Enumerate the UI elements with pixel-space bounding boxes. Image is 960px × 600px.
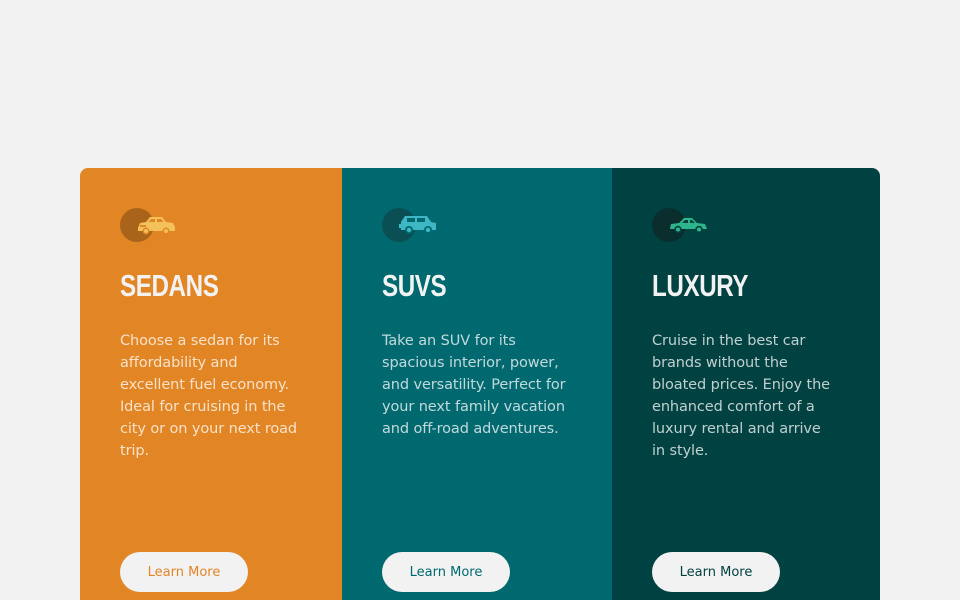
learn-more-luxury-button[interactable]: Learn More [652,552,780,592]
suv-car-icon [399,216,436,234]
suv-icon-group [382,208,446,242]
card-description-suvs: Take an SUV for its spacious interior, p… [382,333,566,437]
car-category-cards: Sedans Choose a sedan for its affordabil… [80,168,880,600]
card-title-sedans: Sedans [120,268,219,303]
card-description-luxury: Cruise in the best car brands without th… [652,333,831,459]
learn-more-suvs-button[interactable]: Learn More [382,552,510,592]
learn-more-sedans-button[interactable]: Learn More [120,552,248,592]
card-description-sedans: Choose a sedan for its affordability and… [120,333,298,459]
card-title-suvs: SUVs [382,268,447,303]
card-sedans: Sedans Choose a sedan for its affordabil… [80,168,342,600]
card-suvs: SUVs Take an SUV for its spacious interi… [342,168,612,600]
sedan-icon-group [120,208,184,242]
luxury-car-icon [670,218,707,234]
sedan-car-icon [138,217,175,235]
luxury-icon-group [652,208,716,242]
card-title-luxury: Luxury [652,268,749,303]
card-luxury: Luxury Cruise in the best car brands wit… [612,168,880,600]
